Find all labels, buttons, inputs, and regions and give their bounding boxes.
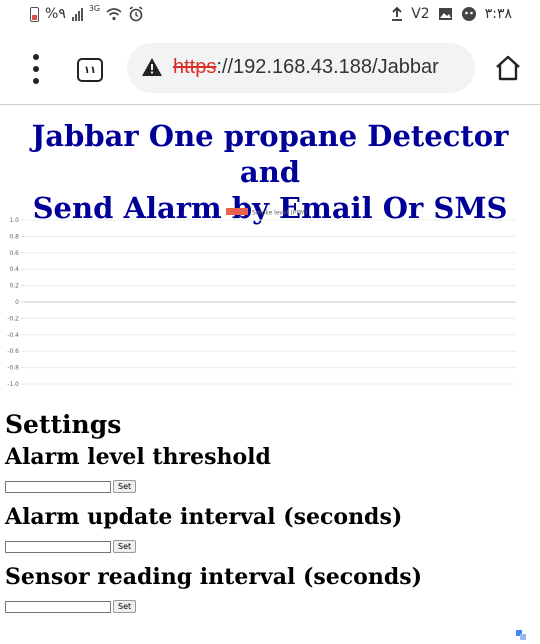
y-tick-label: 0.4	[9, 266, 19, 273]
network-type: 3G	[88, 3, 101, 13]
y-tick-label: 0.2	[9, 283, 19, 290]
image-notification-icon	[438, 8, 452, 20]
url-protocol: https	[173, 56, 217, 78]
chart-legend[interactable]: Smoke level (PPM)	[226, 208, 307, 217]
address-bar[interactable]: https://192.168.43.188/Jabbar	[127, 43, 475, 93]
y-tick-label: 0.6	[9, 250, 19, 257]
upload-icon	[392, 7, 403, 21]
settings-heading: Settings	[5, 410, 122, 439]
y-tick-label: -1.0	[7, 381, 19, 388]
page-title-line-1: Jabbar One propane Detector and	[31, 119, 509, 189]
sensor-reading-interval-label: Sensor reading interval (seconds)	[5, 564, 423, 590]
status-left: %٩ 3G	[30, 3, 144, 22]
game-notification-icon	[461, 7, 476, 21]
alarm-threshold-label: Alarm level threshold	[5, 444, 271, 470]
y-tick-label: -0.2	[7, 315, 19, 322]
clock-time: ٣:٣٨	[484, 6, 512, 22]
y-tick-label: 0	[15, 299, 19, 306]
menu-icon[interactable]	[28, 54, 44, 84]
alarm-update-interval-input[interactable]	[5, 540, 111, 553]
alarm-update-interval-row: Set	[5, 540, 535, 553]
not-secure-warning-icon[interactable]	[141, 57, 163, 77]
url-host-path: ://192.168.43.188/Jabbar	[216, 56, 439, 78]
wifi-icon	[106, 8, 122, 21]
signal-icon	[71, 7, 83, 21]
alarm-threshold-row: Set	[5, 480, 535, 493]
alarm-clock-icon	[129, 6, 143, 22]
url-text[interactable]: https://192.168.43.188/Jabbar	[173, 56, 439, 79]
alarm-threshold-input[interactable]	[5, 480, 111, 493]
y-tick-label: -0.8	[7, 365, 19, 372]
battery-icon	[30, 6, 39, 22]
tab-switcher-button[interactable]: ١١	[77, 58, 103, 82]
home-icon[interactable]	[494, 55, 522, 81]
status-bar: %٩ 3G V2 ٣:٣٨	[0, 0, 540, 34]
y-tick-label: -0.4	[7, 332, 19, 339]
sensor-reading-interval-row: Set	[5, 600, 535, 613]
alarm-threshold-set-button[interactable]: Set	[113, 480, 137, 493]
translate-icon[interactable]	[516, 630, 526, 640]
y-tick-label: 0.8	[9, 233, 19, 240]
tab-count: ١١	[83, 64, 97, 76]
settings-section: Settings Alarm level threshold Set Alarm…	[5, 408, 535, 622]
alarm-update-interval-label: Alarm update interval (seconds)	[5, 504, 403, 530]
sensor-reading-interval-input[interactable]	[5, 600, 111, 613]
y-tick-label: -0.6	[7, 348, 19, 355]
smoke-level-chart: Smoke level (PPM) 1.0 0.8 0.6 0.4 0.2 0 -0.2 -0.…	[7, 208, 516, 388]
alarm-update-interval-set-button[interactable]: Set	[113, 540, 137, 553]
volte-indicator: V2	[411, 6, 430, 22]
toolbar-divider	[0, 104, 540, 105]
battery-percent: %٩	[45, 6, 66, 22]
y-tick-label: 1.0	[9, 217, 19, 224]
status-right: V2 ٣:٣٨	[391, 6, 512, 22]
sensor-reading-interval-set-button[interactable]: Set	[113, 600, 137, 613]
legend-swatch	[226, 208, 248, 215]
browser-toolbar: ١١ https://192.168.43.188/Jabbar	[0, 34, 540, 104]
legend-label: Smoke level (PPM)	[252, 210, 307, 217]
